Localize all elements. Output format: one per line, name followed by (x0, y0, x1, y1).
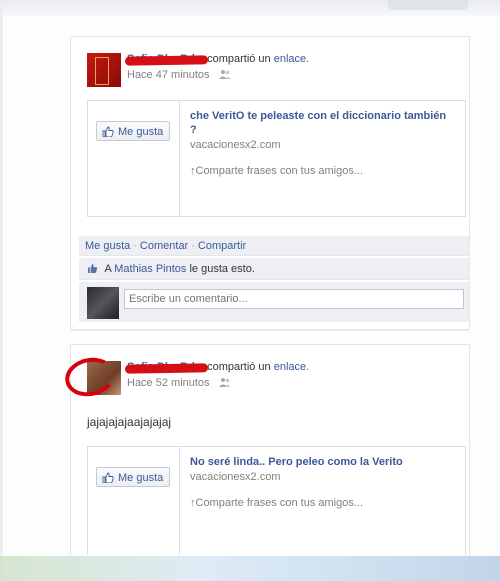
story-object-link[interactable]: enlace. (274, 361, 309, 373)
attachment-body: che VeritO te peleaste con el diccionari… (190, 109, 455, 178)
likes-suffix: le gusta esto. (189, 263, 255, 275)
left-edge (0, 0, 3, 581)
likes-summary: A Mathias Pintos le gusta esto. (79, 258, 469, 280)
comment-action[interactable]: Comentar (140, 240, 188, 252)
timestamp[interactable]: Hace 47 minutos (127, 69, 210, 81)
share-action[interactable]: Compartir (198, 240, 246, 252)
like-action[interactable]: Me gusta (85, 240, 130, 252)
separator: · (133, 240, 137, 252)
feed-story: Sofia Dl... Bd... compartió un enlace. H… (70, 36, 470, 331)
attachment-description: ↑Comparte frases con tus amigos... (190, 497, 364, 509)
like-button-label: Me gusta (118, 472, 164, 484)
likes-prefix: A (104, 263, 112, 275)
avatar[interactable] (87, 53, 121, 87)
story-meta: Hace 47 minutos (127, 69, 231, 81)
comment-composer (79, 282, 469, 322)
attachment-body: No seré linda.. Pero peleo como la Verit… (190, 455, 455, 510)
link-attachment: Me gusta No seré linda.. Pero peleo como… (87, 446, 466, 555)
thumbs-up-icon (102, 126, 114, 137)
top-right-tab (388, 0, 468, 10)
feed-story: Sofia Dl... Bd... compartió un enlace. H… (61, 344, 470, 557)
attachment-thumbnail: Me gusta (88, 101, 180, 216)
like-button[interactable]: Me gusta (96, 121, 170, 141)
story-verb: compartió un (207, 361, 271, 373)
like-button-label: Me gusta (118, 126, 164, 138)
thumbs-up-icon (102, 472, 114, 483)
timestamp[interactable]: Hace 52 minutos (127, 377, 210, 389)
story-object-link[interactable]: enlace. (274, 53, 309, 65)
attachment-title[interactable]: che VeritO te peleaste con el diccionari… (190, 109, 455, 137)
like-button[interactable]: Me gusta (96, 467, 170, 487)
story-headline: Sofia Dl... Bd... compartió un enlace. (124, 53, 309, 66)
attachment-thumbnail: Me gusta (88, 447, 180, 555)
separator: · (191, 240, 195, 252)
people-icon[interactable] (218, 69, 231, 79)
taskbar (0, 556, 500, 581)
liker-name[interactable]: Mathias Pintos (114, 263, 186, 275)
attachment-domain: vacacionesx2.com (190, 139, 281, 151)
story-headline: Sofia Dl... Bd... compartió un enlace. (124, 361, 309, 374)
avatar[interactable] (87, 287, 119, 319)
story-verb: compartió un (207, 53, 271, 65)
actor-name[interactable]: Sofia Dl... Bd... (124, 53, 209, 66)
actor-name[interactable]: Sofia Dl... Bd... (124, 361, 209, 374)
story-actions: Me gusta · Comentar · Compartir (79, 236, 469, 256)
comment-input[interactable] (124, 289, 464, 309)
redaction-mark (124, 363, 209, 374)
link-attachment: Me gusta che VeritO te peleaste con el d… (87, 100, 466, 217)
attachment-domain: vacacionesx2.com (190, 471, 281, 483)
status-message: jajajajajaajajajaj (87, 415, 172, 429)
people-icon[interactable] (218, 377, 231, 387)
attachment-title[interactable]: No seré linda.. Pero peleo como la Verit… (190, 455, 455, 469)
story-meta: Hace 52 minutos (127, 377, 231, 389)
attachment-description: ↑Comparte frases con tus amigos... (190, 165, 364, 177)
redaction-mark (124, 55, 209, 66)
thumbs-up-icon (87, 263, 98, 273)
